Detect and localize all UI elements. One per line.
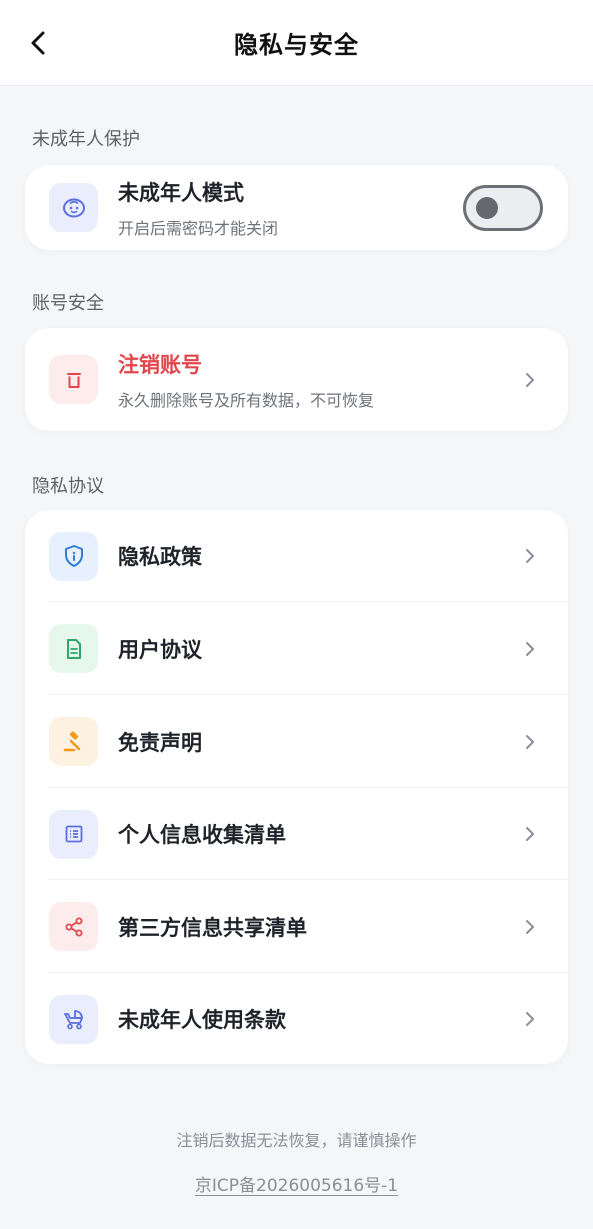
- card-minor: 未成年人模式 开启后需密码才能关闭: [25, 165, 568, 250]
- delete-account-label: 注销账号: [118, 352, 202, 377]
- chevron-right-icon: [522, 824, 538, 844]
- privacy-policy-row[interactable]: 隐私政策: [25, 510, 568, 602]
- disclaimer-row[interactable]: 免责声明: [25, 695, 568, 788]
- chevron-right-icon: [522, 639, 538, 659]
- card-privacy: 隐私政策 用户协议 免责声明 个人信息收集清单 第三方信息共享清单 未成年人使用…: [25, 510, 568, 1064]
- section-title-privacy: 隐私协议: [32, 476, 104, 497]
- card-account: 注销账号 永久删除账号及所有数据，不可恢复: [25, 328, 568, 431]
- footer-warning: 注销后数据无法恢复，请谨慎操作: [176, 1131, 417, 1150]
- minor-mode-toggle[interactable]: [463, 184, 543, 231]
- minor-mode-description: 开启后需密码才能关闭: [118, 218, 279, 238]
- chevron-right-icon: [522, 732, 538, 752]
- chevron-right-icon: [522, 1009, 538, 1029]
- baby-face-icon: [49, 183, 98, 232]
- minor-mode-label: 未成年人模式: [118, 180, 244, 205]
- trash-icon: [49, 355, 98, 404]
- chevron-right-icon: [522, 917, 538, 937]
- delete-account-description: 永久删除账号及所有数据，不可恢复: [118, 390, 375, 410]
- list-icon: [49, 809, 98, 859]
- nav-bar: 隐私与安全: [0, 0, 593, 86]
- share-icon: [49, 902, 98, 951]
- section-title-account: 账号安全: [32, 293, 104, 314]
- personal-info-list-row[interactable]: 个人信息收集清单: [25, 788, 568, 880]
- back-button[interactable]: [22, 26, 54, 60]
- icp-license: 京ICP备2026005616号-1: [0, 1171, 593, 1196]
- icp-license-link[interactable]: 京ICP备2026005616号-1: [195, 1176, 398, 1196]
- minor-terms-row[interactable]: 未成年人使用条款: [25, 973, 568, 1065]
- user-agreement-row[interactable]: 用户协议: [25, 602, 568, 695]
- delete-account-row[interactable]: 注销账号 永久删除账号及所有数据，不可恢复: [25, 328, 568, 431]
- minor-mode-row: 未成年人模式 开启后需密码才能关闭: [25, 165, 568, 250]
- gavel-icon: [49, 717, 98, 766]
- minor-terms-label: 未成年人使用条款: [118, 1008, 286, 1032]
- document-icon: [49, 624, 98, 673]
- user-agreement-label: 用户协议: [118, 637, 202, 662]
- toggle-knob: [476, 196, 498, 219]
- stroller-icon: [49, 994, 98, 1044]
- privacy-policy-label: 隐私政策: [118, 545, 202, 569]
- shield-icon: [49, 531, 98, 581]
- section-title-minor: 未成年人保护: [32, 129, 140, 150]
- chevron-right-icon: [522, 370, 538, 390]
- chevron-left-icon: [31, 31, 45, 55]
- chevron-right-icon: [522, 546, 538, 566]
- personal-info-list-label: 个人信息收集清单: [118, 823, 286, 847]
- page-title: 隐私与安全: [234, 31, 359, 59]
- third-party-sharing-label: 第三方信息共享清单: [118, 915, 307, 940]
- third-party-sharing-row[interactable]: 第三方信息共享清单: [25, 880, 568, 973]
- disclaimer-label: 免责声明: [118, 730, 202, 755]
